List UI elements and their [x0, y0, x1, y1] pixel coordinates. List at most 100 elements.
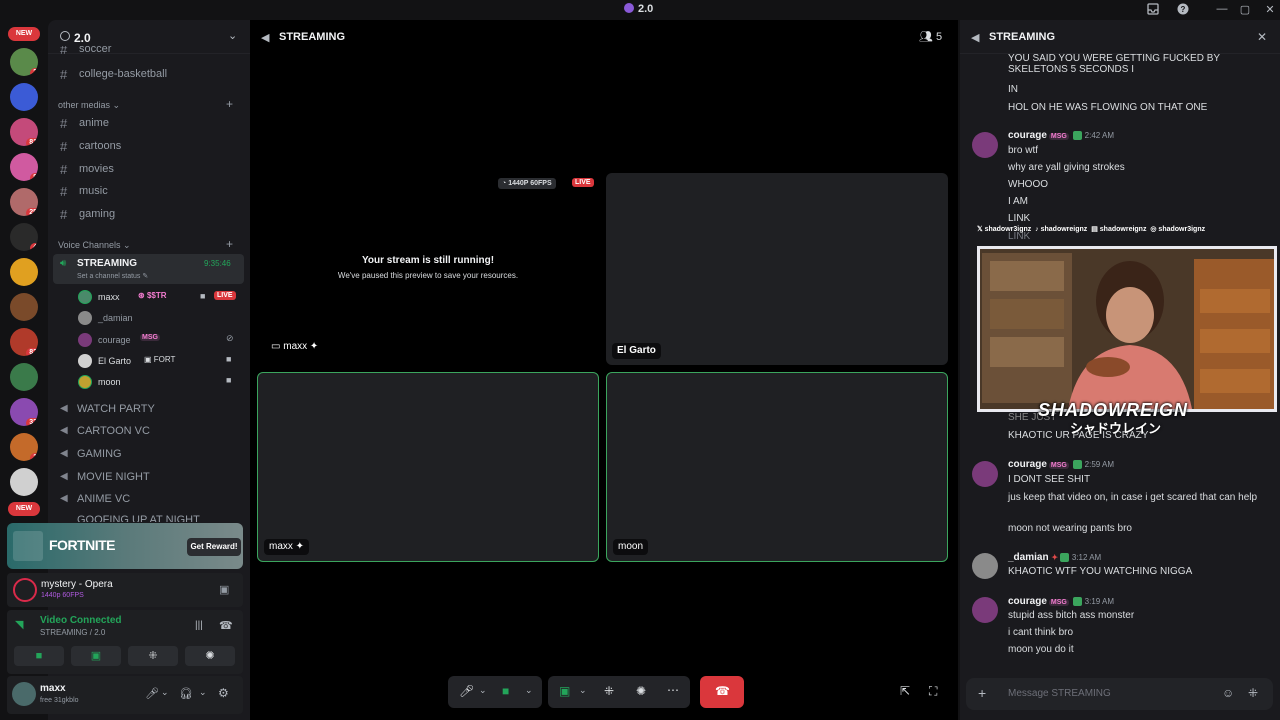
- apps-icon[interactable]: ⁜: [1248, 686, 1258, 700]
- category-other-medias[interactable]: other medias ⌄: [58, 100, 120, 111]
- soundboard-button[interactable]: ✺: [185, 646, 235, 666]
- screen-share-button[interactable]: ▣: [71, 646, 121, 666]
- disconnect-button[interactable]: ☎: [700, 676, 744, 708]
- voice-user-el-garto[interactable]: El Garto ▣ FORT ■: [76, 351, 244, 371]
- maximize-icon[interactable]: ▢: [1237, 3, 1253, 16]
- author[interactable]: courage: [1008, 459, 1047, 470]
- close-icon[interactable]: ✕: [1262, 3, 1278, 16]
- server-icon[interactable]: 82: [10, 328, 38, 356]
- close-icon[interactable]: ✕: [1257, 30, 1267, 44]
- microphone-icon[interactable]: 🎤︎: [459, 684, 474, 698]
- server-icon[interactable]: 33: [10, 398, 38, 426]
- emoji-icon[interactable]: ☺: [1222, 686, 1234, 700]
- message-text: IN: [1008, 84, 1018, 95]
- voice-channel-gaming[interactable]: ◀︎ GAMING: [53, 443, 244, 465]
- screen-share-icon[interactable]: ▣: [559, 684, 570, 698]
- x-icon: 𝕏: [977, 226, 983, 233]
- soundboard-icon[interactable]: ✺: [636, 684, 646, 698]
- server-icon[interactable]: 1: [10, 433, 38, 461]
- disconnect-icon[interactable]: ☎: [219, 619, 233, 632]
- camera-tile-moon[interactable]: moon: [606, 372, 948, 562]
- chevron-down-icon[interactable]: ⌄: [525, 685, 533, 696]
- voice-channel-streaming[interactable]: 🔊︎ STREAMING 9:35:46 Set a channel statu…: [53, 254, 244, 284]
- voice-channel-anime-vc[interactable]: ◀︎ ANIME VC: [53, 488, 244, 510]
- channel-cartoons[interactable]: # cartoons: [53, 135, 244, 157]
- chevron-down-icon[interactable]: ⌄: [479, 685, 487, 696]
- inbox-icon[interactable]: [1145, 3, 1161, 18]
- members-icon[interactable]: 👥︎: [919, 30, 933, 43]
- chevron-down-icon[interactable]: ⌄: [579, 685, 587, 696]
- author[interactable]: courage: [1008, 130, 1047, 141]
- author[interactable]: courage: [1008, 596, 1047, 607]
- avatar[interactable]: [972, 461, 998, 487]
- camera-tile-maxx[interactable]: maxx ✦: [257, 372, 599, 562]
- server-icon[interactable]: [10, 363, 38, 391]
- channel-anime[interactable]: # anime: [53, 112, 244, 134]
- server-icon[interactable]: 81: [10, 118, 38, 146]
- author[interactable]: _damian: [1008, 552, 1049, 563]
- avatar: [78, 354, 92, 368]
- stream-tile-maxx[interactable]: ◔ 1440P 60FPS LIVE Your stream is still …: [256, 173, 600, 363]
- get-reward-button[interactable]: Get Reward!: [187, 538, 241, 556]
- server-icon[interactable]: 2: [10, 48, 38, 76]
- camera-button[interactable]: ■: [14, 646, 64, 666]
- fullscreen-icon[interactable]: ⛶: [929, 684, 937, 699]
- server-boost-icon: [60, 31, 70, 41]
- headphones-icon[interactable]: 🎧︎: [179, 687, 193, 700]
- server-icon[interactable]: [10, 83, 38, 111]
- signal-icon[interactable]: ◥: [15, 618, 23, 631]
- voice-user-courage[interactable]: courage MSG ⊘: [76, 330, 244, 350]
- help-icon[interactable]: ?: [1175, 3, 1191, 18]
- server-icon[interactable]: 4: [10, 223, 38, 251]
- settings-gear-icon[interactable]: ⚙: [218, 686, 229, 700]
- more-icon[interactable]: ⋯: [667, 683, 679, 697]
- voice-user-maxx[interactable]: maxx ⊛ $$TR ■ LIVE: [76, 287, 244, 307]
- avatar[interactable]: [972, 597, 998, 623]
- avatar: [78, 290, 92, 304]
- add-channel-icon[interactable]: +: [226, 97, 233, 111]
- voice-user-moon[interactable]: moon ■: [76, 372, 244, 392]
- unread-badge: 4: [30, 243, 38, 251]
- minimize-icon[interactable]: —: [1214, 3, 1230, 15]
- server-icon[interactable]: [10, 293, 38, 321]
- activities-button[interactable]: ⁜: [128, 646, 178, 666]
- chevron-down-icon[interactable]: ⌄: [228, 29, 237, 42]
- camera-icon[interactable]: ■: [502, 684, 509, 698]
- voice-status[interactable]: Video Connected: [40, 615, 122, 626]
- category-voice-channels[interactable]: Voice Channels ⌄: [58, 240, 131, 251]
- stream-tile-el-garto[interactable]: El Garto: [606, 173, 948, 365]
- voice-channel-cartoon-vc[interactable]: ◀︎ CARTOON VC: [53, 420, 244, 442]
- microphone-icon[interactable]: 🎤︎: [145, 687, 159, 700]
- server-icon[interactable]: 8: [10, 153, 38, 181]
- popout-icon[interactable]: ⇱: [900, 684, 910, 698]
- noise-suppression-icon[interactable]: |||: [195, 620, 203, 631]
- avatar[interactable]: [12, 682, 36, 706]
- add-channel-icon[interactable]: +: [226, 237, 233, 251]
- message-input[interactable]: + Message STREAMING ☺ ⁜: [966, 678, 1273, 710]
- avatar[interactable]: [972, 553, 998, 579]
- add-attachment-icon[interactable]: +: [978, 685, 986, 701]
- voice-channel-goofing[interactable]: GOOFING UP AT NIGHT: [53, 512, 244, 522]
- server-icon[interactable]: [10, 258, 38, 286]
- avatar[interactable]: [972, 132, 998, 158]
- voice-location[interactable]: STREAMING / 2.0: [40, 628, 105, 637]
- server-icon[interactable]: 25: [10, 188, 38, 216]
- voice-channel-watch-party[interactable]: ◀︎ WATCH PARTY: [53, 398, 244, 420]
- channel-soccer[interactable]: # soccer: [53, 46, 244, 58]
- chevron-down-icon[interactable]: ⌄: [199, 687, 207, 698]
- channel-college-basketball[interactable]: # college-basketball: [53, 63, 244, 85]
- hash-icon: #: [60, 116, 68, 131]
- channel-movies[interactable]: # movies: [53, 158, 244, 180]
- channel-gaming[interactable]: # gaming: [53, 203, 244, 225]
- voice-user-damian[interactable]: _damian: [76, 308, 244, 328]
- channel-music[interactable]: # music: [53, 180, 244, 202]
- stop-stream-icon[interactable]: ▣: [219, 583, 229, 596]
- fortnite-promo[interactable]: FORTNITE Get Reward!: [7, 523, 243, 569]
- activity-panel[interactable]: mystery - Opera 1440p 60FPS ▣: [7, 573, 243, 607]
- activities-icon[interactable]: ⁜: [604, 684, 614, 698]
- server-icon[interactable]: [10, 468, 38, 496]
- voice-channel-movie-night[interactable]: ◀︎ MOVIE NIGHT: [53, 466, 244, 488]
- chevron-down-icon[interactable]: ⌄: [161, 687, 169, 698]
- channel-status[interactable]: Set a channel status ✎: [77, 272, 148, 280]
- username[interactable]: maxx: [40, 683, 66, 694]
